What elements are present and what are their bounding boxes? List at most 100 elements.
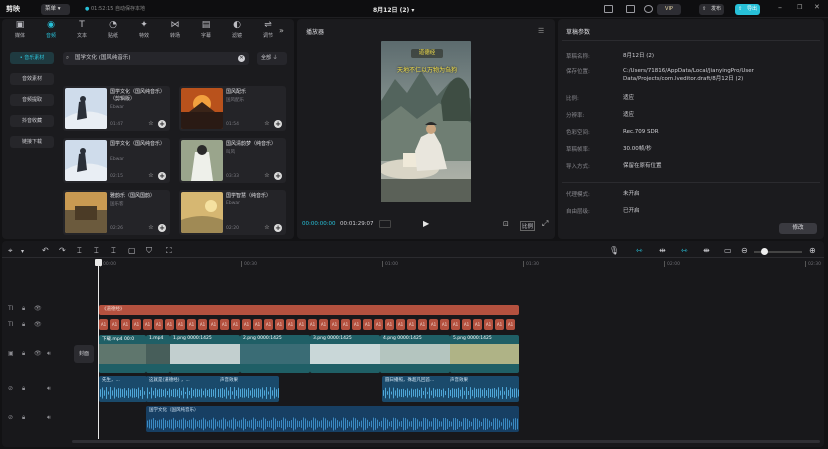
sticker-clip[interactable]: A1 <box>275 319 284 330</box>
edit-button[interactable]: 修改 <box>779 223 817 234</box>
tab-effects[interactable]: ✦ 特效 <box>130 20 158 39</box>
select-tool-icon[interactable]: ⌖ <box>8 246 13 256</box>
sticker-clip[interactable]: A1 <box>143 319 152 330</box>
more-categories-icon[interactable]: » <box>279 26 284 35</box>
voice-clip[interactable]: 圆日播照，殊超凡回首... <box>382 376 454 402</box>
preview-axis-icon[interactable]: ⇿ <box>681 246 688 255</box>
fit-screen-icon[interactable]: ⊡ <box>503 220 509 228</box>
video-clip[interactable]: 3.png 0000:1425 <box>310 335 380 373</box>
add-icon[interactable]: + <box>158 120 166 128</box>
sticker-clip[interactable]: A1 <box>473 319 482 330</box>
favorite-icon[interactable]: ☆ <box>263 172 271 180</box>
tab-media[interactable]: ▣ 媒体 <box>6 20 34 39</box>
sticker-clip[interactable]: A1 <box>330 319 339 330</box>
playhead-handle[interactable] <box>95 259 102 266</box>
split-view-icon[interactable]: ⇼ <box>703 246 710 255</box>
filter-button[interactable]: 全部 ⏚ <box>257 52 287 65</box>
sticker-clip[interactable]: A1 <box>176 319 185 330</box>
zoom-slider-thumb[interactable] <box>761 248 768 255</box>
sticker-clip[interactable]: A1 <box>374 319 383 330</box>
sticker-clip[interactable]: A1 <box>506 319 515 330</box>
sticker-clip[interactable]: A1 <box>407 319 416 330</box>
favorite-icon[interactable]: ☆ <box>263 224 271 232</box>
zoom-out-icon[interactable]: ⊖ <box>741 246 748 255</box>
music-card[interactable]: 国学智慧（纯音乐） Ebwar 02:20 ☆ + <box>179 190 286 235</box>
ratio-button[interactable]: 比例 <box>520 221 536 231</box>
add-icon[interactable]: + <box>158 224 166 232</box>
mute-icon[interactable]: 🔊︎ <box>47 414 51 422</box>
lock-icon[interactable]: 🔒︎ <box>22 414 25 422</box>
video-clip[interactable]: 2.png 0000:1425 <box>240 335 310 373</box>
link-clips-icon[interactable]: ⇿ <box>636 246 643 255</box>
sticker-clip[interactable]: A1 <box>220 319 229 330</box>
sticker-clip[interactable]: A1 <box>209 319 218 330</box>
sticker-clip[interactable]: A1 <box>253 319 262 330</box>
video-clip[interactable]: 下载.mp4 00:0 <box>99 335 146 373</box>
sticker-clip[interactable]: A1 <box>319 319 328 330</box>
lock-icon[interactable]: 🔒︎ <box>22 305 25 313</box>
music-card[interactable]: 国学文化（国风纯音乐）（剪辑版） Ebwar 01:47 ☆ + <box>63 86 170 131</box>
eye-icon[interactable]: 👁︎ <box>34 350 42 357</box>
tool-dropdown-icon[interactable]: ▾ <box>21 248 24 255</box>
sidebar-item-4[interactable]: 链接下载 <box>10 136 54 148</box>
lock-icon[interactable]: 🔒︎ <box>22 350 25 358</box>
cover-button[interactable]: 封面 <box>74 345 94 363</box>
mute-icon[interactable]: 🔊︎ <box>47 385 51 393</box>
menu-button[interactable]: 菜单 ▾ <box>41 4 70 15</box>
text-clip[interactable]: 《道德经》 <box>99 305 519 315</box>
favorite-icon[interactable]: ☆ <box>147 224 155 232</box>
sticker-clip[interactable]: A1 <box>429 319 438 330</box>
music-card[interactable]: 雅韵乐（国风国韵） 国乐客 02:26 ☆ + <box>63 190 170 235</box>
video-clip[interactable]: 4.png 0000:1425 <box>380 335 450 373</box>
zoom-in-icon[interactable]: ⊕ <box>809 246 816 255</box>
redo-icon[interactable]: ↷ <box>59 246 66 255</box>
video-clip[interactable]: 5.png 0000:1425 <box>450 335 519 373</box>
avatar[interactable] <box>644 5 653 13</box>
sticker-clip[interactable]: A1 <box>396 319 405 330</box>
sticker-clip[interactable]: A1 <box>110 319 119 330</box>
play-icon[interactable]: ▶ <box>423 219 429 228</box>
sticker-clip[interactable]: A1 <box>231 319 240 330</box>
share-button[interactable]: ⇪ 发布 <box>699 4 725 15</box>
tab-sticker[interactable]: ◔ 贴纸 <box>99 20 127 39</box>
close-icon[interactable]: ✕ <box>814 3 820 11</box>
eye-icon[interactable]: 👁︎ <box>34 305 42 312</box>
video-clip[interactable]: 1.mp4 <box>146 335 170 373</box>
layout-icon[interactable] <box>604 5 613 13</box>
mark-icon[interactable]: ⛉ <box>146 246 152 256</box>
video-clip[interactable]: 1.png 0000:1425 <box>170 335 240 373</box>
split-right-icon[interactable]: ⌶ <box>111 246 116 256</box>
caption-icon[interactable]: ▭ <box>724 246 732 255</box>
tab-text[interactable]: T 文本 <box>68 20 96 39</box>
voice-clip[interactable]: 先生，... <box>99 376 147 402</box>
sidebar-item-1[interactable]: 音效素材 <box>10 73 54 85</box>
clear-search-icon[interactable]: ✕ <box>238 55 245 62</box>
tab-audio[interactable]: ◉ 音频 <box>37 20 65 39</box>
sticker-clip[interactable]: A1 <box>121 319 130 330</box>
sticker-clip[interactable]: A1 <box>341 319 350 330</box>
delete-icon[interactable]: ▢ <box>128 246 136 255</box>
horizontal-scrollbar[interactable] <box>72 440 820 443</box>
sticker-clip[interactable]: A1 <box>418 319 427 330</box>
add-icon[interactable]: + <box>274 172 282 180</box>
sticker-clip[interactable]: A1 <box>165 319 174 330</box>
sticker-clip[interactable]: A1 <box>451 319 460 330</box>
video-preview[interactable]: 道德经 天地不仁以万物为刍狗 <box>381 41 471 202</box>
sticker-clip[interactable]: A1 <box>187 319 196 330</box>
eye-icon[interactable]: 👁︎ <box>34 321 42 328</box>
sticker-clip[interactable]: A1 <box>495 319 504 330</box>
tab-adjust[interactable]: ⇌ 调节 <box>254 20 282 39</box>
sticker-clip[interactable]: A1 <box>308 319 317 330</box>
sticker-clip[interactable]: A1 <box>99 319 108 330</box>
sticker-clip[interactable]: A1 <box>440 319 449 330</box>
sticker-clip[interactable]: A1 <box>242 319 251 330</box>
sticker-clip[interactable]: A1 <box>198 319 207 330</box>
zoom-slider[interactable] <box>754 248 802 255</box>
sidebar-item-3[interactable]: 抖音收藏 <box>10 115 54 127</box>
music-clip[interactable]: 国学文化（国风纯音乐） <box>146 406 519 432</box>
sticker-clip[interactable]: A1 <box>154 319 163 330</box>
shortcut-icon[interactable] <box>626 5 635 13</box>
favorite-icon[interactable]: ☆ <box>147 120 155 128</box>
voice-clip[interactable]: 声音效果 <box>217 376 279 402</box>
vip-badge[interactable]: VIP <box>657 4 681 15</box>
